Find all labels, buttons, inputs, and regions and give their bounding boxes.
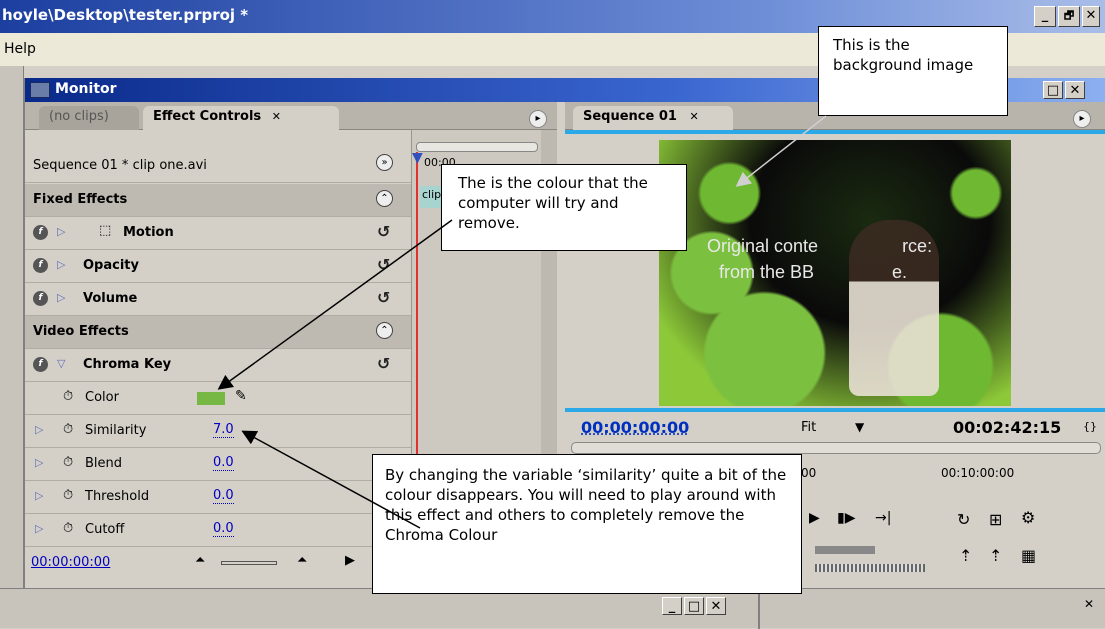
annotation-arrows bbox=[217, 115, 827, 529]
arrow-to-similarity bbox=[241, 430, 421, 529]
arrow-to-background bbox=[735, 115, 827, 187]
arrow-to-color bbox=[217, 219, 453, 390]
